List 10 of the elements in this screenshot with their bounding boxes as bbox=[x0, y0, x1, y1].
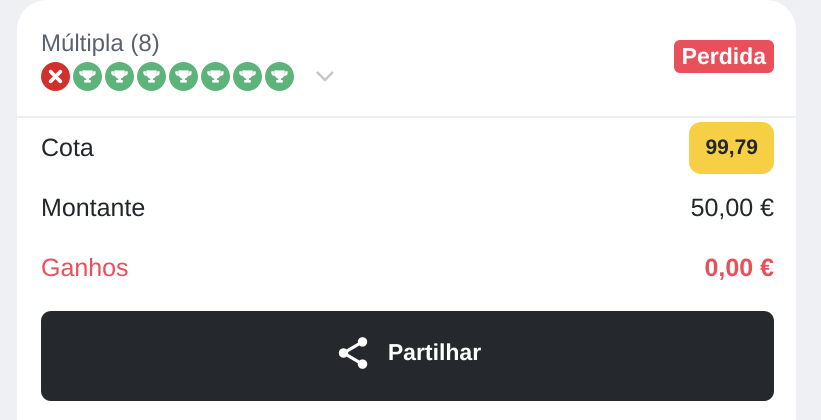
share-button[interactable]: Partilhar bbox=[41, 311, 774, 401]
chevron-down-icon[interactable] bbox=[315, 70, 335, 82]
bet-title: Múltipla (8) bbox=[41, 30, 161, 58]
row-label: Montante bbox=[41, 194, 146, 222]
row-label: Cota bbox=[41, 134, 94, 162]
winnings-value: 0,00 € bbox=[704, 254, 774, 282]
odds-badge: 99,79 bbox=[689, 122, 774, 174]
stake-value: 50,00 € bbox=[690, 194, 774, 222]
row-label: Ganhos bbox=[41, 254, 129, 282]
status-badge: Perdida bbox=[674, 40, 774, 72]
